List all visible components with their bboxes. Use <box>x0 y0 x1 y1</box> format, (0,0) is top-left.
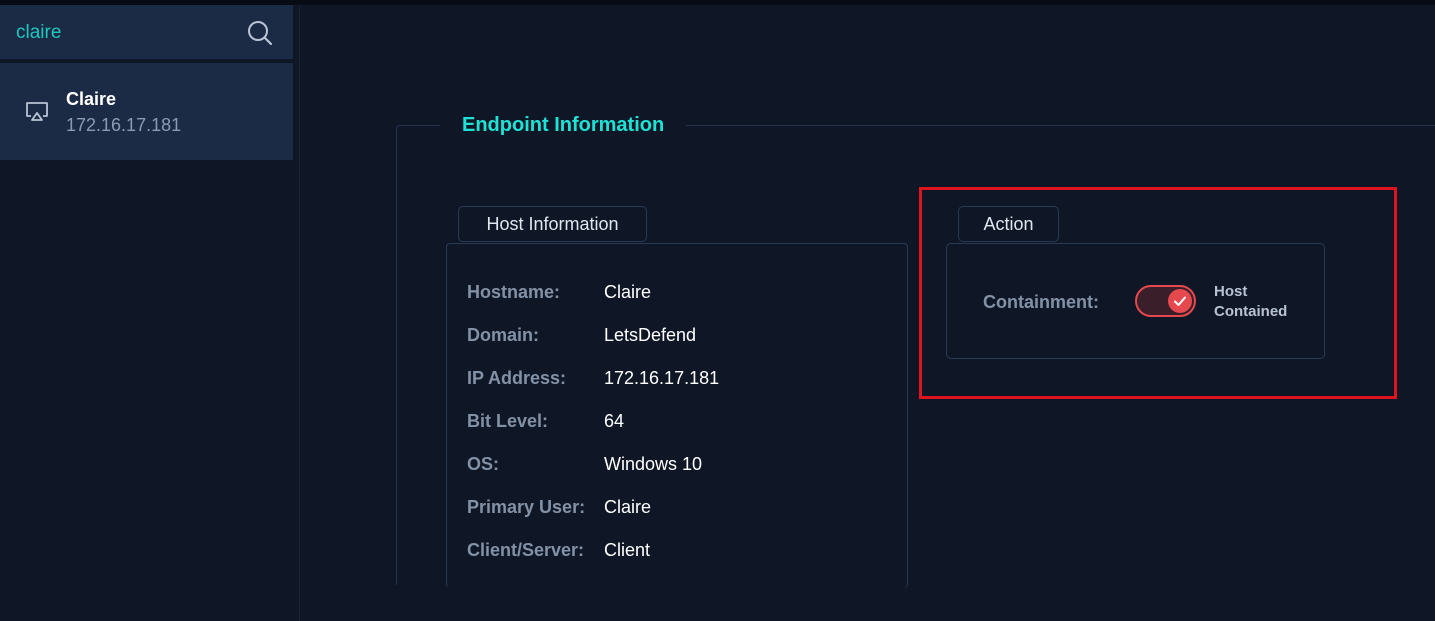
info-value: Windows 10 <box>604 454 703 474</box>
info-key: Client/Server: <box>467 540 585 560</box>
info-key: Domain: <box>467 325 539 345</box>
info-value: Client <box>604 540 651 560</box>
host-information-panel: Hostname: Claire Domain: LetsDefend IP A… <box>446 243 908 588</box>
info-key: IP Address: <box>467 368 567 388</box>
info-key: Hostname: <box>467 282 561 302</box>
info-key: OS: <box>467 454 500 474</box>
info-key: Bit Level: <box>467 411 549 431</box>
host-ip: 172.16.17.181 <box>66 115 182 135</box>
info-value: Claire <box>604 282 652 302</box>
monitor-icon <box>26 102 48 121</box>
info-value: LetsDefend <box>604 325 697 345</box>
app-root: Claire 172.16.17.181 Endpoint Informatio… <box>0 0 1435 621</box>
info-key: Primary User: <box>467 497 586 517</box>
search-icon[interactable] <box>246 19 274 47</box>
info-value: 172.16.17.181 <box>604 368 720 388</box>
page-title: Endpoint Information <box>440 114 687 137</box>
search-input[interactable] <box>16 19 236 47</box>
info-value: Claire <box>604 497 652 517</box>
sidebar: Claire 172.16.17.181 <box>0 5 300 621</box>
tab-host-information: Host Information <box>458 206 647 242</box>
host-list-item[interactable]: Claire 172.16.17.181 <box>0 63 293 160</box>
info-value: 64 <box>604 411 625 431</box>
host-name: Claire <box>66 89 117 109</box>
search-box <box>0 5 293 59</box>
highlight-annotation <box>919 187 1397 399</box>
